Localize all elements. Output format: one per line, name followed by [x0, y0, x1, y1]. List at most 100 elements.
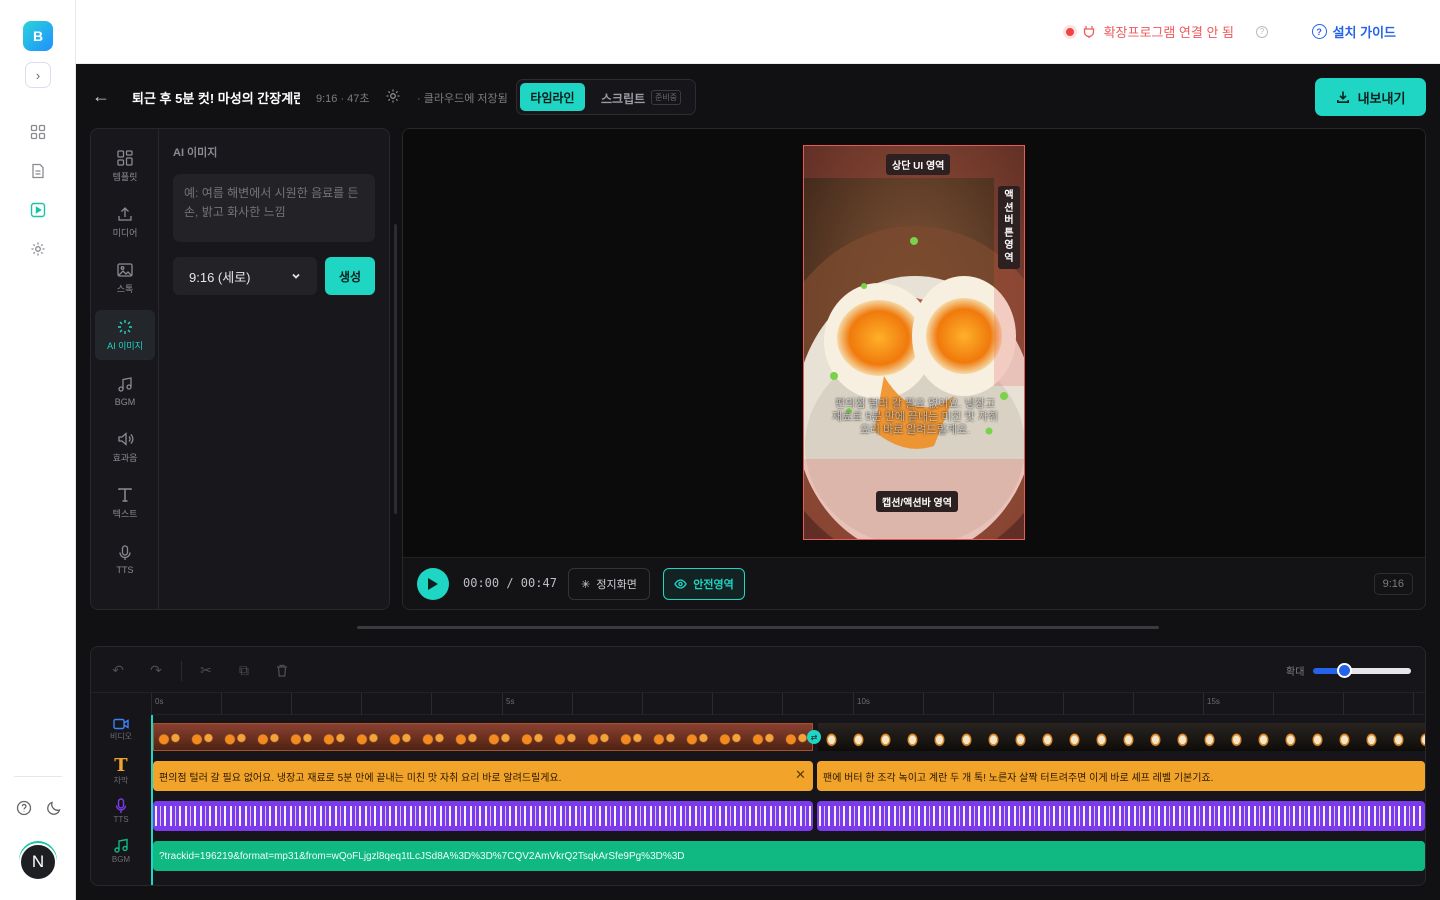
video-icon [113, 718, 129, 730]
zone-right-label: 액션버튼영역 [998, 186, 1020, 269]
tool-bgm[interactable]: BGM [95, 366, 155, 416]
info-icon[interactable]: ? [1256, 25, 1268, 38]
music-icon [118, 376, 132, 392]
asterisk-icon: ✳ [581, 578, 591, 591]
tts-clip-2[interactable] [817, 801, 1425, 831]
ruler-tick [431, 693, 432, 715]
project-settings-icon[interactable] [385, 88, 401, 104]
chevron-down-icon [292, 273, 300, 279]
extension-status-text: 확장프로그램 연결 안 됨 [1103, 25, 1234, 40]
preview-panel: 상단 UI 영역 액션버튼영역 편의점 털러 갈 필요 없어요. 냉장고 재료로… [402, 128, 1426, 610]
panel-resize-handle[interactable] [394, 224, 397, 514]
time-ruler[interactable]: 0s 5s 10s 15s [151, 693, 1425, 715]
zoom-slider[interactable] [1313, 668, 1411, 674]
dark-mode-icon[interactable] [44, 798, 64, 818]
video-clip-2[interactable] [818, 723, 1425, 751]
user-avatar[interactable]: N [19, 843, 57, 881]
generate-button[interactable]: 생성 [325, 257, 375, 295]
tool-stock[interactable]: 스톡 [95, 253, 155, 303]
plug-icon [1083, 25, 1094, 38]
expand-rail-button[interactable]: › [25, 62, 51, 88]
sparkle-icon [118, 320, 132, 334]
undo-icon[interactable]: ↶ [105, 657, 131, 683]
zone-top-label: 상단 UI 영역 [886, 154, 951, 175]
still-frame-label: 정지화면 [596, 579, 637, 591]
copy-icon[interactable]: ⧉ [231, 657, 257, 683]
text-icon: T [114, 755, 128, 776]
rail-video-editor-icon[interactable] [28, 200, 48, 220]
track-label-subtitle: T 자막 [91, 755, 151, 786]
tool-sound-effect[interactable]: 효과음 [95, 422, 155, 472]
tool-label: 미디어 [112, 228, 138, 238]
project-header: ← 퇴근 후 5분 컷! 마성의 간장계란밥 9:16 · 47초 · 클라우드… [76, 64, 1440, 128]
timeline-resize-handle[interactable] [357, 626, 1159, 629]
track-label-bgm: BGM [91, 838, 151, 864]
ruler-tick: 15s [1203, 693, 1220, 715]
chevron-right-icon: › [35, 67, 41, 83]
playhead[interactable] [151, 715, 153, 885]
timeline-toolbar: ↶ ↷ ✂ ⧉ 확대 [91, 647, 1425, 693]
app-logo[interactable]: B [23, 21, 53, 51]
preview-stage: 상단 UI 영역 액션버튼영역 편의점 털러 갈 필요 없어요. 냉장고 재료로… [403, 129, 1425, 557]
tab-timeline[interactable]: 타임라인 [520, 83, 585, 111]
tab-script[interactable]: 스크립트 [601, 90, 645, 107]
export-button[interactable]: 내보내기 [1315, 78, 1426, 116]
ruler-tick [1273, 693, 1274, 715]
track-label-text: TTS [113, 815, 129, 824]
back-arrow-icon[interactable]: ← [92, 86, 110, 107]
aspect-ratio-select[interactable]: 9:16 (세로) [173, 257, 317, 295]
install-guide-link[interactable]: ? 설치 가이드 [1311, 22, 1396, 41]
project-meta: 9:16 · 47초 [316, 93, 370, 105]
subtitle-clip-1[interactable]: 편의점 털러 갈 필요 없어요. 냉장고 재료로 5분 만에 끝내는 미친 맛 … [153, 761, 813, 791]
help-icon[interactable] [14, 798, 34, 818]
audio-waveform [155, 806, 811, 826]
bgm-clip[interactable]: ?trackid=196219&format=mp31&from=wQoFLjg… [153, 841, 1425, 871]
tool-tts[interactable]: TTS [95, 534, 155, 584]
rail-divider [14, 776, 62, 777]
upload-icon [118, 207, 132, 221]
ruler-tick [993, 693, 994, 715]
aspect-ratio-badge: 9:16 [1373, 573, 1413, 595]
rail-settings-icon[interactable] [28, 239, 48, 259]
tool-label: TTS [116, 564, 134, 575]
zoom-slider-thumb[interactable] [1337, 663, 1352, 678]
track-label-text: BGM [111, 855, 131, 864]
safe-area-label: 안전영역 [693, 579, 734, 591]
mic-icon [119, 544, 131, 560]
toolbar-divider [181, 661, 182, 681]
top-bar: 확장프로그램 연결 안 됨 ? ? 설치 가이드 [76, 0, 1440, 64]
video-clip-1[interactable] [153, 723, 813, 751]
ruler-tick: 5s [502, 693, 514, 715]
play-button[interactable] [417, 568, 449, 600]
tool-label: AI 이미지 [107, 341, 143, 351]
transition-swap-icon[interactable]: ⇄ [807, 730, 821, 744]
ai-prompt-input[interactable] [173, 174, 375, 242]
tool-ai-image[interactable]: AI 이미지 [95, 310, 155, 360]
tool-text[interactable]: 텍스트 [95, 478, 155, 528]
template-icon [117, 150, 133, 166]
caption-overlay: 편의점 털러 갈 필요 없어요. 냉장고 재료로 5분 만에 끝내는 미친 맛 … [831, 398, 999, 436]
tts-clip-1[interactable] [153, 801, 813, 831]
cut-icon[interactable]: ✂ [193, 657, 219, 683]
playback-time: 00:00 / 00:47 [463, 576, 557, 590]
tool-media[interactable]: 미디어 [95, 197, 155, 247]
safe-area-toggle[interactable]: 안전영역 [663, 568, 745, 600]
tool-template[interactable]: 템플릿 [95, 141, 155, 191]
subtitle-clip-2[interactable]: 팬에 버터 한 조각 녹이고 계란 두 개 톡! 노른자 살짝 터트려주면 이게… [817, 761, 1425, 791]
rail-document-icon[interactable] [28, 161, 48, 181]
project-title[interactable]: 퇴근 후 5분 컷! 마성의 간장계란밥 [132, 88, 300, 107]
zone-bottom-label: 캡션/액션바 영역 [876, 491, 958, 512]
ruler-tick: 10s [853, 693, 870, 715]
rail-dashboard-icon[interactable] [28, 122, 48, 142]
still-frame-button[interactable]: ✳ 정지화면 [568, 568, 650, 600]
redo-icon[interactable]: ↷ [143, 657, 169, 683]
panel-title: AI 이미지 [173, 147, 218, 159]
text-icon [118, 488, 132, 502]
music-icon [114, 838, 128, 853]
close-icon[interactable]: ✕ [795, 767, 806, 783]
ruler-tick [782, 693, 783, 715]
video-frame[interactable]: 상단 UI 영역 액션버튼영역 편의점 털러 갈 필요 없어요. 냉장고 재료로… [803, 145, 1025, 540]
ruler-tick [1343, 693, 1344, 715]
delete-icon[interactable] [269, 657, 295, 683]
ai-image-panel: AI 이미지 9:16 (세로) 생성 [159, 129, 389, 609]
